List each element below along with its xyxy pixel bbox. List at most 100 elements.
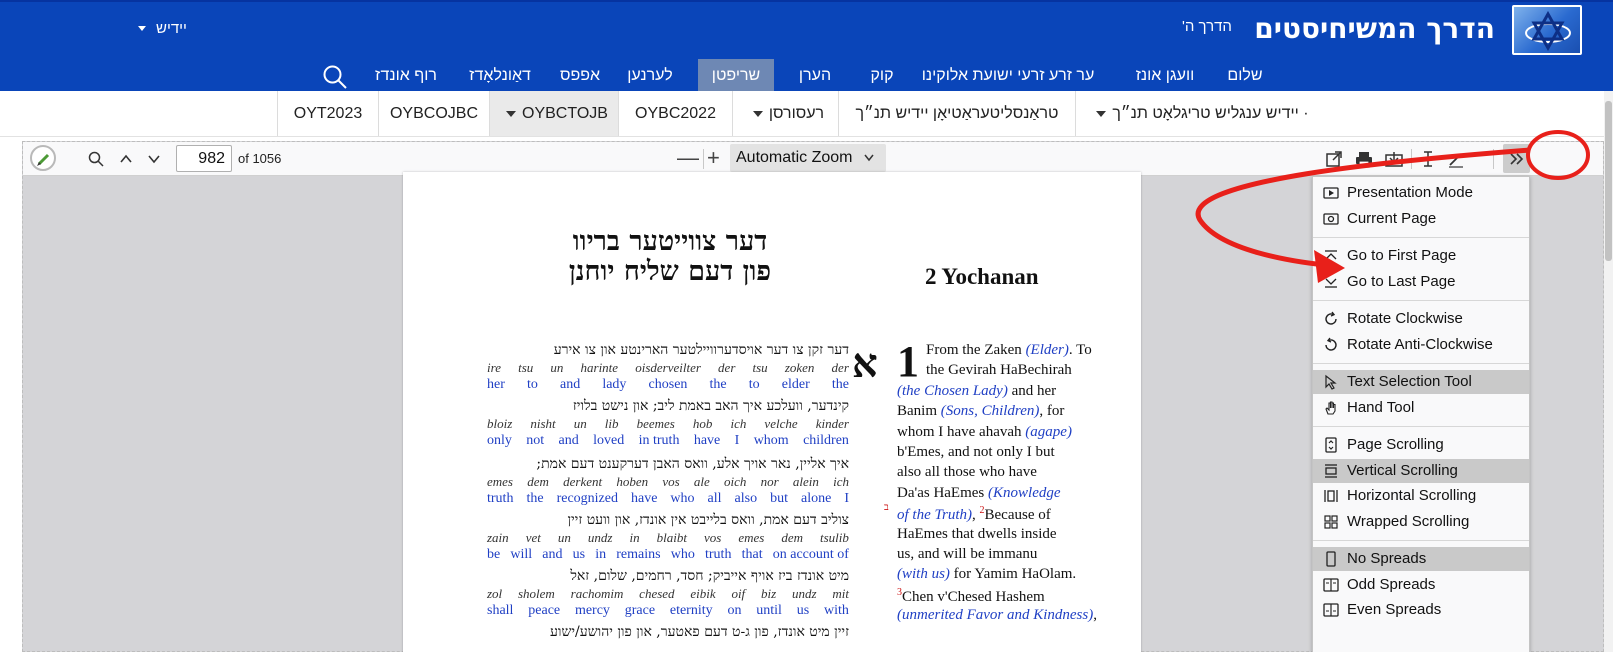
gloss-word: us [572, 547, 586, 562]
horizontal-scrolling-icon [1324, 490, 1338, 502]
menu-item-horizontal-scrolling[interactable]: Horizontal Scrolling [1313, 484, 1529, 508]
subnav-item-transliteration[interactable]: טראַנסליטעראַטיאָן יידיש תנ״ך [838, 91, 1075, 136]
site-logo[interactable] [1512, 5, 1582, 55]
english-line: From the Zaken (Elder). To [926, 342, 1092, 359]
page-number-input[interactable]: 982 [176, 145, 232, 172]
nav-item-listen[interactable]: הערן [790, 59, 840, 93]
transliteration-line: ire tsu un harinte oisderveilter der tsu zoken d… [487, 360, 849, 376]
subnav-item-oybcojbc[interactable]: OYBCOJBC [378, 91, 489, 136]
nav-item-seed[interactable]: ער זרע זרעי ישועת אלוקינו [908, 59, 1108, 93]
menu-item-go-to-first-page[interactable]: Go to First Page [1313, 244, 1529, 268]
transliteration-word: dem [781, 530, 803, 545]
page-scrollbar[interactable] [1604, 91, 1613, 652]
menu-item-label: Horizontal Scrolling [1347, 487, 1477, 504]
nav-item-learn[interactable]: לערנען [615, 59, 685, 93]
transliteration-word: ich [833, 474, 849, 489]
pdf-viewer: 982 of 1056 — + Automatic Zoom דער צוויי… [22, 141, 1604, 652]
subnav-item-resources[interactable]: רעסורסן [732, 91, 838, 136]
menu-item-even-spreads[interactable]: Even Spreads [1313, 598, 1529, 622]
english-title: 2 Yochanan [925, 264, 1039, 289]
english-line: of the Truth), 2Because of [897, 505, 1051, 524]
verse-text: for Yamim HaOlam. [949, 566, 1077, 583]
zoom-out-button[interactable]: — [677, 146, 699, 170]
pdf-page[interactable]: דער צווייטער בריוו פון דעם שליח יוחנן 2 … [403, 172, 1141, 652]
subnav-item-oybctojb[interactable]: OYBCTOJB [489, 91, 618, 136]
menu-separator [1313, 237, 1529, 238]
subnav-item-triglot[interactable]: · יידיש ענגליש טריגלאָט תנ״ך [1075, 91, 1323, 136]
transliteration-word: un [557, 530, 571, 545]
transliteration-word: un [550, 360, 564, 375]
next-page-button[interactable] [143, 148, 165, 170]
subnav-label: OYBCTOJB [522, 105, 608, 122]
previous-page-button[interactable] [115, 148, 137, 170]
draw-tool-button[interactable] [1445, 148, 1467, 170]
gloss-word: chosen [648, 377, 688, 392]
english-line: HaEmes that dwells inside [897, 526, 1057, 543]
nav-item-scriptures[interactable]: שריפטן [698, 59, 774, 93]
annotation-badge[interactable] [30, 145, 56, 171]
menu-item-page-scrolling[interactable]: Page Scrolling [1313, 433, 1529, 457]
menu-item-hand-tool[interactable]: Hand Tool [1313, 396, 1529, 420]
site-title[interactable]: הדרך המשיחיסטים [1254, 12, 1495, 45]
menu-item-label: Odd Spreads [1347, 575, 1436, 593]
gloss-line: truth the recognized have who all also but alone… [487, 491, 849, 507]
language-selector[interactable]: יידיש [138, 20, 187, 37]
verse-text: Da'as HaEmes [897, 484, 989, 501]
nav-item-watch[interactable]: קוק [862, 59, 902, 93]
subnav-item-oyt2023[interactable]: OYT2023 [277, 91, 378, 136]
gloss-word: to [748, 377, 760, 392]
menu-item-odd-spreads[interactable]: Odd Spreads [1313, 573, 1529, 597]
subnav-item-oybc2022[interactable]: OYBC2022 [618, 91, 732, 136]
menu-item-current-page[interactable]: Current Page [1313, 207, 1529, 231]
gloss-word: truth [705, 547, 732, 562]
transliteration-line: zain vet un undz in blaibt vos emes dem tsulib [487, 530, 849, 546]
menu-item-presentation-mode[interactable]: Presentation Mode [1313, 181, 1529, 205]
menu-item-vertical-scrolling[interactable]: Vertical Scrolling [1313, 458, 1529, 483]
menu-item-no-spreads[interactable]: No Spreads [1313, 547, 1529, 571]
transliteration-word: zain [487, 530, 509, 545]
chevron-down-icon [506, 110, 517, 117]
scripture-subnav: · יידיש ענגליש טריגלאָט תנ״ך טראַנסליטער… [0, 91, 1613, 137]
site-header: הדרך המשיחיסטים הדרך ה' יידיש שלום וועגן… [0, 0, 1613, 93]
transliteration-word: beemes [636, 416, 675, 431]
menu-item-wrapped-scrolling[interactable]: Wrapped Scrolling [1313, 510, 1529, 534]
nav-item-apps[interactable]: אפפס [555, 59, 605, 93]
zoom-select[interactable]: Automatic Zoom [730, 144, 886, 172]
menu-item-label: Rotate Clockwise [1347, 310, 1463, 327]
open-external-button[interactable] [1323, 148, 1345, 170]
download-button[interactable] [1383, 148, 1405, 170]
gloss-word: truth [487, 491, 514, 506]
tools-menu-button[interactable] [1503, 144, 1530, 173]
menu-item-label: Page Scrolling [1347, 436, 1444, 453]
menu-item-go-to-last-page[interactable]: Go to Last Page [1313, 270, 1529, 294]
chevron-down-icon [864, 154, 874, 162]
site-subtitle[interactable]: הדרך ה' [1182, 18, 1232, 35]
menu-item-rotate-clockwise[interactable]: Rotate Clockwise [1313, 307, 1529, 331]
transliteration-word: derkent [563, 474, 603, 489]
nav-item-about[interactable]: וועגן אונז [1125, 59, 1205, 93]
menu-item-label: Text Selection Tool [1347, 373, 1472, 390]
gloss-word: the [709, 377, 727, 392]
gloss-word: alone [801, 491, 832, 506]
gloss-word: in [595, 547, 607, 562]
find-button[interactable] [85, 148, 107, 170]
print-button[interactable] [1353, 148, 1375, 170]
text-tool-button[interactable] [1417, 148, 1439, 170]
zoom-in-button[interactable]: + [707, 146, 720, 170]
menu-separator [1313, 363, 1529, 364]
search-icon[interactable] [322, 64, 348, 90]
scrollbar-thumb[interactable] [1605, 101, 1612, 261]
pdf-toolbar: 982 of 1056 — + Automatic Zoom [23, 142, 1603, 176]
nav-item-downloads[interactable]: דאַונלאָדז [455, 59, 545, 93]
verse-text: Banim [897, 403, 941, 420]
menu-item-text-selection-tool[interactable]: Text Selection Tool [1313, 370, 1529, 394]
menu-item-rotate-anti-clockwise[interactable]: Rotate Anti-Clockwise [1313, 333, 1529, 357]
transliteration-word: kinder [815, 416, 849, 431]
nav-item-home[interactable]: שלום [1210, 59, 1280, 93]
chevron-down-icon [148, 155, 160, 164]
transliteration-line: bloiz nisht un lib beemes hob ich velche kinder [487, 416, 849, 432]
verse-text: us, and will be immanu [897, 546, 1038, 562]
transliteration-word: undz [587, 530, 613, 545]
nav-item-contact[interactable]: רוף אונדז [366, 59, 446, 93]
english-line: Da'as HaEmes (Knowledge [897, 485, 1061, 502]
